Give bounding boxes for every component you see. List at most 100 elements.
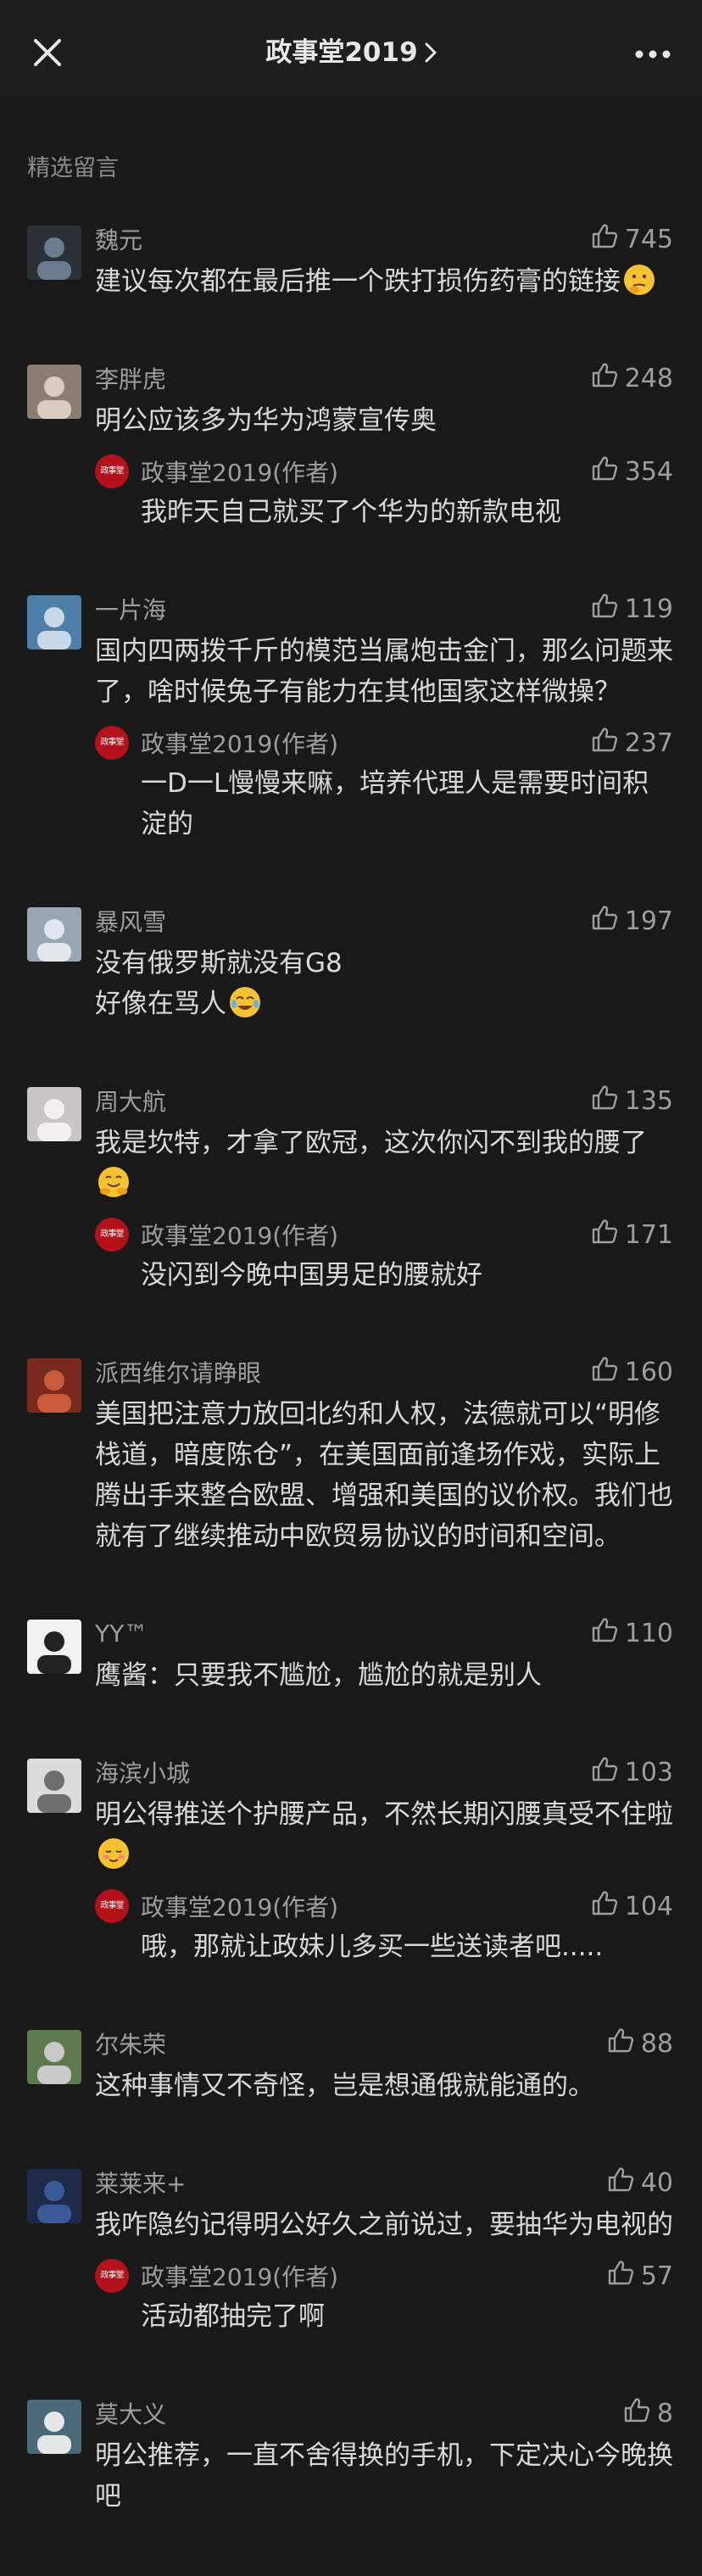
comment-header: 派西维尔请睁眼 160 — [95, 1355, 673, 1389]
author-reply: 政事堂 政事堂2019(作者) 171 没闪到今晚中国男足的腰就好 — [95, 1218, 673, 1296]
avatar[interactable] — [27, 1087, 81, 1141]
like-button[interactable]: 745 — [591, 223, 673, 255]
comment-header: 一片海 119 — [95, 592, 673, 626]
thumbs-up-icon — [591, 1356, 625, 1388]
thumbs-up-icon — [591, 1756, 625, 1788]
comment-text: 美国把注意力放回北约和人权，法德就可以“明修栈道，暗度陈仓”，在美国面前逢场作戏… — [95, 1399, 673, 1552]
avatar[interactable] — [27, 1620, 81, 1674]
comment-header: 魏元 745 — [95, 222, 673, 256]
commenter-name: 暴风雪 — [95, 908, 167, 936]
like-button[interactable]: 119 — [591, 593, 673, 625]
like-count: 135 — [624, 1085, 673, 1116]
reply-text: 活动都抽完了啊 — [141, 2301, 325, 2332]
author-avatar[interactable]: 政事堂 — [95, 1218, 129, 1252]
reply-text: 没闪到今晚中国男足的腰就好 — [141, 1260, 482, 1291]
like-button[interactable]: 104 — [591, 1890, 673, 1922]
like-button[interactable]: 40 — [607, 2166, 673, 2199]
avatar[interactable] — [27, 907, 81, 962]
reply-header: 政事堂2019(作者) 237 — [141, 726, 673, 760]
like-count: 745 — [624, 224, 673, 254]
comment-item: 莫大义 8 明公推荐，一直不舍得换的手机，下定决心今晚换吧 — [0, 2396, 702, 2517]
like-count: 197 — [624, 906, 673, 936]
account-title-link[interactable]: 政事堂2019 — [0, 31, 702, 75]
like-button[interactable]: 171 — [591, 1218, 673, 1251]
reply-header: 政事堂2019(作者) 104 — [141, 1889, 673, 1923]
commenter-name: 一片海 — [95, 596, 167, 624]
comment-text: 我是坎特，才拿了欧冠，这次你闪不到我的腰了 — [95, 1123, 673, 1204]
commenter-name: YY™ — [95, 1619, 148, 1648]
comment-header: 莫大义 8 — [95, 2396, 673, 2430]
thumbs-up-icon — [623, 2397, 657, 2429]
avatar[interactable] — [27, 2400, 81, 2454]
comment-item: 派西维尔请睁眼 160 美国把注意力放回北约和人权，法德就可以“明修栈道，暗度陈仓”… — [0, 1355, 702, 1557]
like-button[interactable]: 354 — [591, 455, 673, 488]
author-avatar[interactable]: 政事堂 — [95, 726, 129, 760]
thumbs-up-icon — [591, 593, 625, 625]
section-label: 精选留言 — [27, 155, 119, 181]
reply-header: 政事堂2019(作者) 354 — [141, 454, 673, 488]
author-avatar[interactable]: 政事堂 — [95, 2259, 129, 2293]
like-count: 57 — [640, 2261, 673, 2291]
reply-header: 政事堂2019(作者) 171 — [141, 1218, 673, 1252]
comment-item: 李胖虎 248 明公应该多为华为鸿蒙宣传奥 政事堂 政事堂2019(作者) 354 我昨天自… — [0, 361, 702, 532]
like-button[interactable]: 88 — [607, 2027, 673, 2060]
author-name: 政事堂2019(作者) — [141, 1222, 339, 1250]
like-button[interactable]: 135 — [591, 1084, 673, 1117]
thumbs-up-icon — [607, 2027, 641, 2060]
thumbs-up-icon — [591, 362, 625, 394]
thumbs-up-icon — [591, 455, 625, 488]
author-name: 政事堂2019(作者) — [141, 2263, 339, 2291]
commenter-name: 莫大义 — [95, 2400, 167, 2428]
like-count: 248 — [624, 363, 673, 393]
comment-item: 周大航 135 我是坎特，才拿了欧冠，这次你闪不到我的腰了 政事堂 政事堂2019(作者… — [0, 1084, 702, 1296]
like-button[interactable]: 103 — [591, 1756, 673, 1788]
commenter-name: 李胖虎 — [95, 365, 167, 393]
like-button[interactable]: 110 — [591, 1617, 673, 1649]
avatar[interactable] — [27, 226, 81, 280]
comment-text: 明公得推送个护腰产品，不然长期闪腰真受不住啦 — [95, 1794, 673, 1876]
page-title: 政事堂2019 — [265, 37, 418, 68]
avatar[interactable] — [27, 2169, 81, 2223]
comment-header: 尔朱荣 88 — [95, 2027, 673, 2060]
comment-header: 暴风雪 197 — [95, 904, 673, 938]
thumbs-up-icon — [591, 905, 625, 937]
avatar[interactable] — [27, 1358, 81, 1413]
shy-emoji-icon — [97, 1837, 131, 1871]
avatar[interactable] — [27, 1759, 81, 1813]
more-dots-icon[interactable] — [629, 37, 677, 71]
avatar[interactable] — [27, 365, 81, 419]
author-name: 政事堂2019(作者) — [141, 1893, 339, 1921]
like-button[interactable]: 237 — [591, 727, 673, 759]
author-avatar[interactable]: 政事堂 — [95, 454, 129, 488]
comment-text: 明公应该多为华为鸿蒙宣传奥 — [95, 405, 437, 436]
like-button[interactable]: 160 — [591, 1356, 673, 1388]
like-button[interactable]: 8 — [623, 2397, 673, 2429]
avatar[interactable] — [27, 595, 81, 650]
like-button[interactable]: 57 — [607, 2260, 673, 2292]
like-count: 40 — [640, 2167, 673, 2198]
comment-item: 魏元 745 建议每次都在最后推一个跌打损伤药膏的链接 — [0, 222, 702, 302]
like-count: 8 — [656, 2398, 673, 2428]
commenter-name: 周大航 — [95, 1088, 167, 1116]
like-count: 88 — [640, 2028, 673, 2059]
thinking-emoji-icon — [622, 263, 656, 297]
top-bar: 政事堂2019 — [0, 0, 702, 95]
author-name: 政事堂2019(作者) — [141, 459, 339, 487]
like-button[interactable]: 248 — [591, 362, 673, 394]
commenter-name: 海滨小城 — [95, 1759, 191, 1787]
comment-header: YY™ 110 — [95, 1616, 673, 1650]
like-button[interactable]: 197 — [591, 905, 673, 937]
reply-text: 我昨天自己就买了个华为的新款电视 — [141, 497, 561, 527]
thumbs-up-icon — [591, 727, 625, 759]
comment-item: 海滨小城 103 明公得推送个护腰产品，不然长期闪腰真受不住啦政事堂 政事堂2019(… — [0, 1755, 702, 1967]
like-count: 104 — [624, 1891, 673, 1921]
author-reply: 政事堂 政事堂2019(作者) 354 我昨天自己就买了个华为的新款电视 — [95, 454, 673, 532]
thumbs-up-icon — [607, 2260, 641, 2292]
comment-item: YY™ 110 鹰酱：只要我不尴尬，尴尬的就是别人 — [0, 1616, 702, 1696]
comment-item: 一片海 119 国内四两拨千斤的模范当属炮击金门，那么问题来了，啥时候兔子有能力在其… — [0, 592, 702, 845]
author-avatar[interactable]: 政事堂 — [95, 1889, 129, 1923]
comment-item: 尔朱荣 88 这种事情又不奇怪，岂是想通俄就能通的。 — [0, 2027, 702, 2106]
comment-item: 暴风雪 197 没有俄罗斯就没有G8 好像在骂人 — [0, 904, 702, 1024]
avatar[interactable] — [27, 2030, 81, 2084]
commenter-name: 尔朱荣 — [95, 2031, 167, 2059]
